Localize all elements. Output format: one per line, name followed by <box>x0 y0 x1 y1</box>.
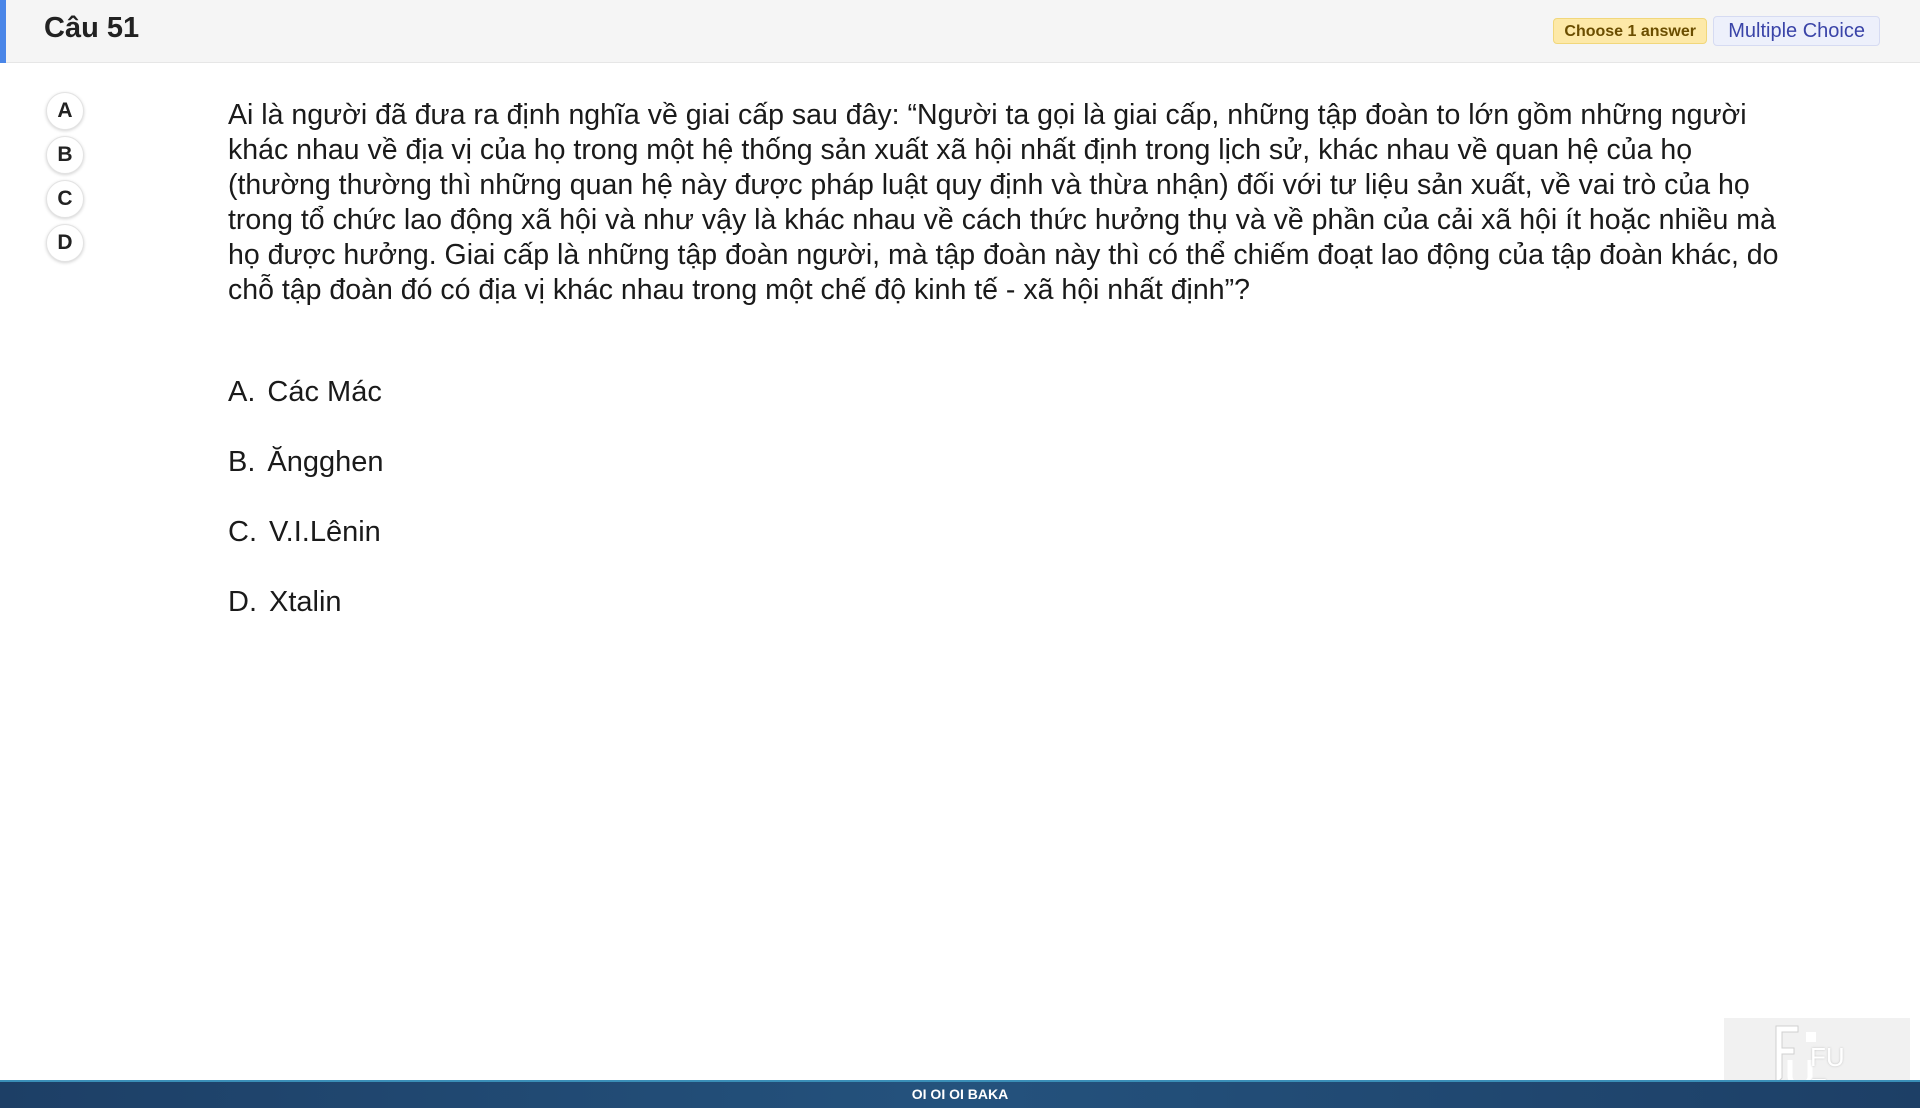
answer-text: Ăngghen <box>267 446 384 478</box>
fu-exam-logo: FU Exam <box>1724 1018 1910 1103</box>
answer-item-c: C. V.I.Lênin <box>228 510 384 580</box>
option-button-d[interactable]: D <box>46 224 84 262</box>
question-text: Ai là người đã đưa ra định nghĩa về giai… <box>228 99 1779 306</box>
footer-text: OI OI OI BAKA <box>911 1086 1009 1102</box>
question-number-title: Câu 51 <box>44 12 140 44</box>
header-accent-bar <box>0 0 6 63</box>
answer-text: Xtalin <box>269 586 342 618</box>
answer-letter: C. <box>228 516 257 548</box>
choose-answer-badge: Choose 1 answer <box>1553 18 1707 44</box>
answer-option-buttons: A B C D <box>46 92 84 268</box>
answer-text: Các Mác <box>267 376 382 408</box>
answer-letter: A. <box>228 376 256 408</box>
answer-text: V.I.Lênin <box>269 516 381 548</box>
answer-letter: D. <box>228 586 257 618</box>
option-button-c[interactable]: C <box>46 180 84 218</box>
answer-item-b: B. Ăngghen <box>228 440 384 510</box>
option-button-a[interactable]: A <box>46 92 84 130</box>
question-header: Câu 51 Choose 1 answer Multiple Choice <box>0 0 1920 63</box>
footer-bar: OI OI OI BAKA <box>0 1080 1920 1108</box>
answer-item-a: A. Các Mác <box>228 370 384 440</box>
answer-letter: B. <box>228 446 256 478</box>
answer-item-d: D. Xtalin <box>228 580 384 650</box>
answer-list: A. Các Mác B. Ăngghen C. V.I.Lênin D. Xtalin <box>228 370 384 650</box>
option-button-b[interactable]: B <box>46 136 84 174</box>
question-type-badge: Multiple Choice <box>1713 16 1880 46</box>
